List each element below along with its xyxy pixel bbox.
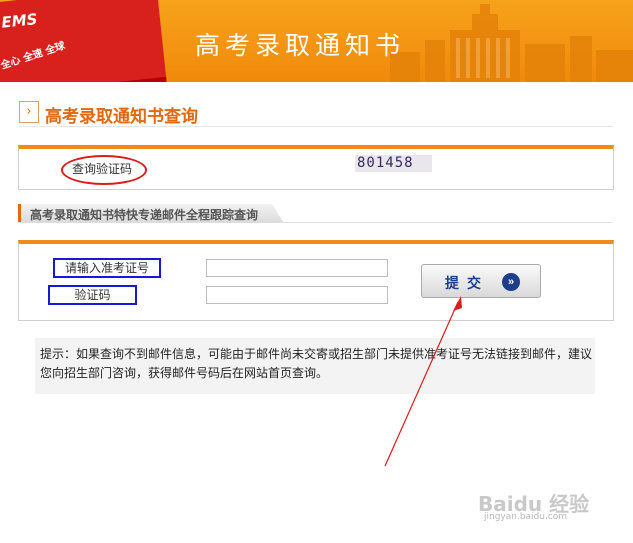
red-annotation-ellipse	[61, 155, 147, 185]
page-title: 高考录取通知书查询	[45, 107, 198, 127]
tracking-tab-title: 高考录取通知书特快专递邮件全程跟踪查询	[30, 208, 259, 222]
submit-button[interactable]: 提交 »	[421, 264, 541, 298]
exam-number-label: 请输入准考证号	[53, 258, 161, 278]
submit-button-label: 提交	[445, 275, 489, 291]
title-divider	[19, 126, 613, 127]
ems-logo: EMS	[0, 10, 39, 32]
tip-text: 提示：如果查询不到邮件信息，可能由于邮件尚未交寄或招生部门未提供准考证号无法链接…	[40, 347, 593, 380]
watermark-url: jingyan.baidu.com	[484, 512, 568, 522]
captcha-input[interactable]	[206, 286, 388, 304]
buildings-graphic	[390, 4, 633, 82]
ems-slogan: 全心 全速 全球	[0, 40, 67, 72]
exam-number-input[interactable]	[206, 259, 388, 277]
header-banner: EMS 全心 全速 全球 高考录取通知书	[0, 0, 633, 82]
chevron-right-icon: ›	[19, 101, 39, 123]
ems-card-graphic: EMS 全心 全速 全球	[0, 0, 167, 82]
banner-title: 高考录取通知书	[195, 31, 406, 60]
captcha-label: 验证码	[48, 285, 137, 305]
tab-divider	[18, 222, 612, 223]
captcha-image: 801458	[355, 155, 432, 172]
double-chevron-right-icon: »	[502, 273, 520, 291]
